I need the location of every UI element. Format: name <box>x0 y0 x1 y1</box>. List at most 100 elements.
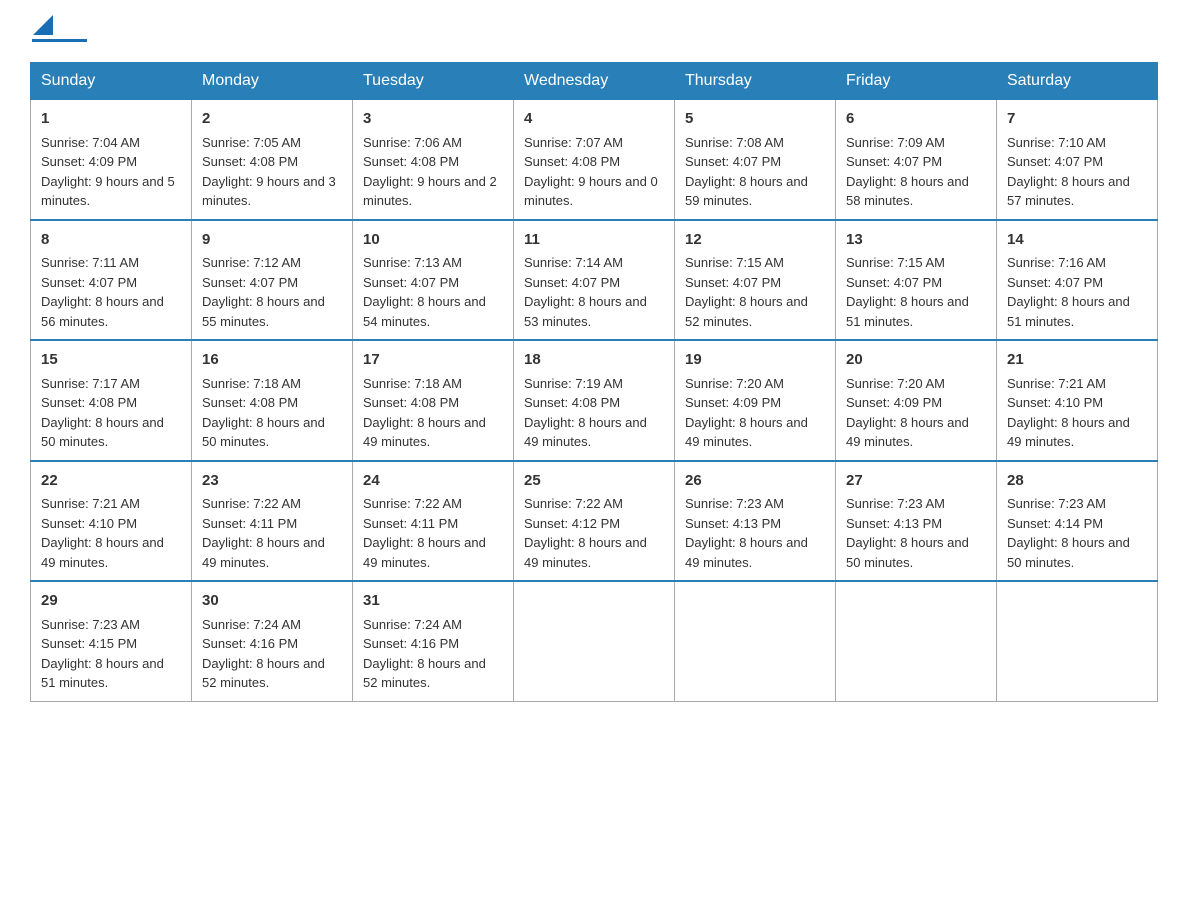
sunrise-label: Sunrise: 7:21 AM <box>1007 376 1106 391</box>
day-number: 10 <box>363 229 503 252</box>
calendar-cell: 26 Sunrise: 7:23 AM Sunset: 4:13 PM Dayl… <box>675 461 836 582</box>
calendar-day-header: Saturday <box>997 63 1158 99</box>
sunrise-label: Sunrise: 7:09 AM <box>846 135 945 150</box>
day-number: 23 <box>202 470 342 493</box>
day-number: 27 <box>846 470 986 493</box>
sunset-label: Sunset: 4:07 PM <box>846 275 942 290</box>
sunrise-label: Sunrise: 7:22 AM <box>524 496 623 511</box>
sunset-label: Sunset: 4:08 PM <box>524 395 620 410</box>
sunset-label: Sunset: 4:10 PM <box>1007 395 1103 410</box>
sunrise-label: Sunrise: 7:22 AM <box>363 496 462 511</box>
sunset-label: Sunset: 4:13 PM <box>846 516 942 531</box>
day-number: 2 <box>202 108 342 131</box>
calendar-cell: 28 Sunrise: 7:23 AM Sunset: 4:14 PM Dayl… <box>997 461 1158 582</box>
daylight-label: Daylight: 8 hours and 52 minutes. <box>685 294 808 329</box>
sunset-label: Sunset: 4:12 PM <box>524 516 620 531</box>
calendar-cell: 17 Sunrise: 7:18 AM Sunset: 4:08 PM Dayl… <box>353 340 514 461</box>
sunrise-label: Sunrise: 7:22 AM <box>202 496 301 511</box>
day-number: 31 <box>363 590 503 613</box>
calendar-week-row: 29 Sunrise: 7:23 AM Sunset: 4:15 PM Dayl… <box>31 581 1158 701</box>
calendar-day-header: Sunday <box>31 63 192 99</box>
sunrise-label: Sunrise: 7:24 AM <box>202 617 301 632</box>
daylight-label: Daylight: 8 hours and 49 minutes. <box>524 415 647 450</box>
calendar-cell: 18 Sunrise: 7:19 AM Sunset: 4:08 PM Dayl… <box>514 340 675 461</box>
day-number: 18 <box>524 349 664 372</box>
day-number: 14 <box>1007 229 1147 252</box>
sunrise-label: Sunrise: 7:23 AM <box>685 496 784 511</box>
calendar-cell: 31 Sunrise: 7:24 AM Sunset: 4:16 PM Dayl… <box>353 581 514 701</box>
daylight-label: Daylight: 8 hours and 49 minutes. <box>685 535 808 570</box>
sunrise-label: Sunrise: 7:11 AM <box>41 255 139 270</box>
sunset-label: Sunset: 4:08 PM <box>41 395 137 410</box>
sunset-label: Sunset: 4:07 PM <box>1007 275 1103 290</box>
day-number: 17 <box>363 349 503 372</box>
day-number: 24 <box>363 470 503 493</box>
sunrise-label: Sunrise: 7:18 AM <box>202 376 301 391</box>
daylight-label: Daylight: 8 hours and 54 minutes. <box>363 294 486 329</box>
calendar-cell: 10 Sunrise: 7:13 AM Sunset: 4:07 PM Dayl… <box>353 220 514 341</box>
calendar-cell: 5 Sunrise: 7:08 AM Sunset: 4:07 PM Dayli… <box>675 99 836 220</box>
day-number: 26 <box>685 470 825 493</box>
day-number: 3 <box>363 108 503 131</box>
sunrise-label: Sunrise: 7:24 AM <box>363 617 462 632</box>
sunset-label: Sunset: 4:16 PM <box>202 636 298 651</box>
calendar-cell: 19 Sunrise: 7:20 AM Sunset: 4:09 PM Dayl… <box>675 340 836 461</box>
daylight-label: Daylight: 8 hours and 56 minutes. <box>41 294 164 329</box>
calendar-week-row: 15 Sunrise: 7:17 AM Sunset: 4:08 PM Dayl… <box>31 340 1158 461</box>
sunset-label: Sunset: 4:07 PM <box>363 275 459 290</box>
logo <box>30 20 87 42</box>
calendar-cell: 16 Sunrise: 7:18 AM Sunset: 4:08 PM Dayl… <box>192 340 353 461</box>
daylight-label: Daylight: 8 hours and 49 minutes. <box>1007 415 1130 450</box>
sunset-label: Sunset: 4:07 PM <box>202 275 298 290</box>
calendar-cell: 9 Sunrise: 7:12 AM Sunset: 4:07 PM Dayli… <box>192 220 353 341</box>
sunrise-label: Sunrise: 7:05 AM <box>202 135 301 150</box>
sunset-label: Sunset: 4:13 PM <box>685 516 781 531</box>
day-number: 19 <box>685 349 825 372</box>
calendar-week-row: 1 Sunrise: 7:04 AM Sunset: 4:09 PM Dayli… <box>31 99 1158 220</box>
daylight-label: Daylight: 9 hours and 3 minutes. <box>202 174 336 209</box>
sunrise-label: Sunrise: 7:20 AM <box>685 376 784 391</box>
calendar-cell: 3 Sunrise: 7:06 AM Sunset: 4:08 PM Dayli… <box>353 99 514 220</box>
daylight-label: Daylight: 8 hours and 51 minutes. <box>1007 294 1130 329</box>
calendar-cell: 30 Sunrise: 7:24 AM Sunset: 4:16 PM Dayl… <box>192 581 353 701</box>
calendar-cell <box>997 581 1158 701</box>
calendar-cell: 22 Sunrise: 7:21 AM Sunset: 4:10 PM Dayl… <box>31 461 192 582</box>
day-number: 16 <box>202 349 342 372</box>
sunrise-label: Sunrise: 7:21 AM <box>41 496 140 511</box>
daylight-label: Daylight: 8 hours and 49 minutes. <box>41 535 164 570</box>
daylight-label: Daylight: 8 hours and 50 minutes. <box>846 535 969 570</box>
day-number: 1 <box>41 108 181 131</box>
calendar-day-header: Thursday <box>675 63 836 99</box>
calendar-cell: 20 Sunrise: 7:20 AM Sunset: 4:09 PM Dayl… <box>836 340 997 461</box>
calendar-day-header: Tuesday <box>353 63 514 99</box>
calendar-cell: 1 Sunrise: 7:04 AM Sunset: 4:09 PM Dayli… <box>31 99 192 220</box>
sunset-label: Sunset: 4:14 PM <box>1007 516 1103 531</box>
daylight-label: Daylight: 8 hours and 49 minutes. <box>846 415 969 450</box>
calendar-header-row: SundayMondayTuesdayWednesdayThursdayFrid… <box>31 63 1158 99</box>
daylight-label: Daylight: 8 hours and 57 minutes. <box>1007 174 1130 209</box>
sunset-label: Sunset: 4:07 PM <box>1007 154 1103 169</box>
sunrise-label: Sunrise: 7:15 AM <box>685 255 784 270</box>
calendar-cell: 12 Sunrise: 7:15 AM Sunset: 4:07 PM Dayl… <box>675 220 836 341</box>
calendar-cell: 13 Sunrise: 7:15 AM Sunset: 4:07 PM Dayl… <box>836 220 997 341</box>
daylight-label: Daylight: 9 hours and 2 minutes. <box>363 174 497 209</box>
calendar-day-header: Friday <box>836 63 997 99</box>
calendar-cell <box>675 581 836 701</box>
daylight-label: Daylight: 8 hours and 50 minutes. <box>1007 535 1130 570</box>
calendar-week-row: 22 Sunrise: 7:21 AM Sunset: 4:10 PM Dayl… <box>31 461 1158 582</box>
day-number: 5 <box>685 108 825 131</box>
calendar-cell: 21 Sunrise: 7:21 AM Sunset: 4:10 PM Dayl… <box>997 340 1158 461</box>
sunset-label: Sunset: 4:07 PM <box>846 154 942 169</box>
daylight-label: Daylight: 8 hours and 49 minutes. <box>202 535 325 570</box>
daylight-label: Daylight: 8 hours and 52 minutes. <box>363 656 486 691</box>
daylight-label: Daylight: 8 hours and 59 minutes. <box>685 174 808 209</box>
calendar-cell: 23 Sunrise: 7:22 AM Sunset: 4:11 PM Dayl… <box>192 461 353 582</box>
day-number: 30 <box>202 590 342 613</box>
logo-triangle-icon <box>33 15 53 35</box>
calendar-cell: 6 Sunrise: 7:09 AM Sunset: 4:07 PM Dayli… <box>836 99 997 220</box>
day-number: 11 <box>524 229 664 252</box>
day-number: 21 <box>1007 349 1147 372</box>
sunset-label: Sunset: 4:08 PM <box>363 154 459 169</box>
daylight-label: Daylight: 8 hours and 51 minutes. <box>846 294 969 329</box>
day-number: 4 <box>524 108 664 131</box>
